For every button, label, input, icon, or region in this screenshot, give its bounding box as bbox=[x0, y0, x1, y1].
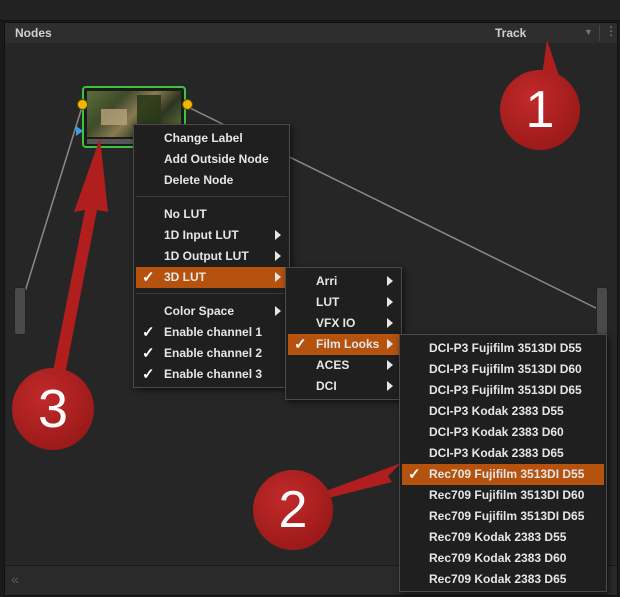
annotation-badge-3: 3 bbox=[12, 368, 94, 450]
annotation-badge-2: 2 bbox=[253, 470, 333, 550]
annotation-arrow-2 bbox=[318, 463, 401, 500]
annotation-arrow-3 bbox=[50, 138, 108, 390]
annotation-badge-1: 1 bbox=[500, 70, 580, 150]
